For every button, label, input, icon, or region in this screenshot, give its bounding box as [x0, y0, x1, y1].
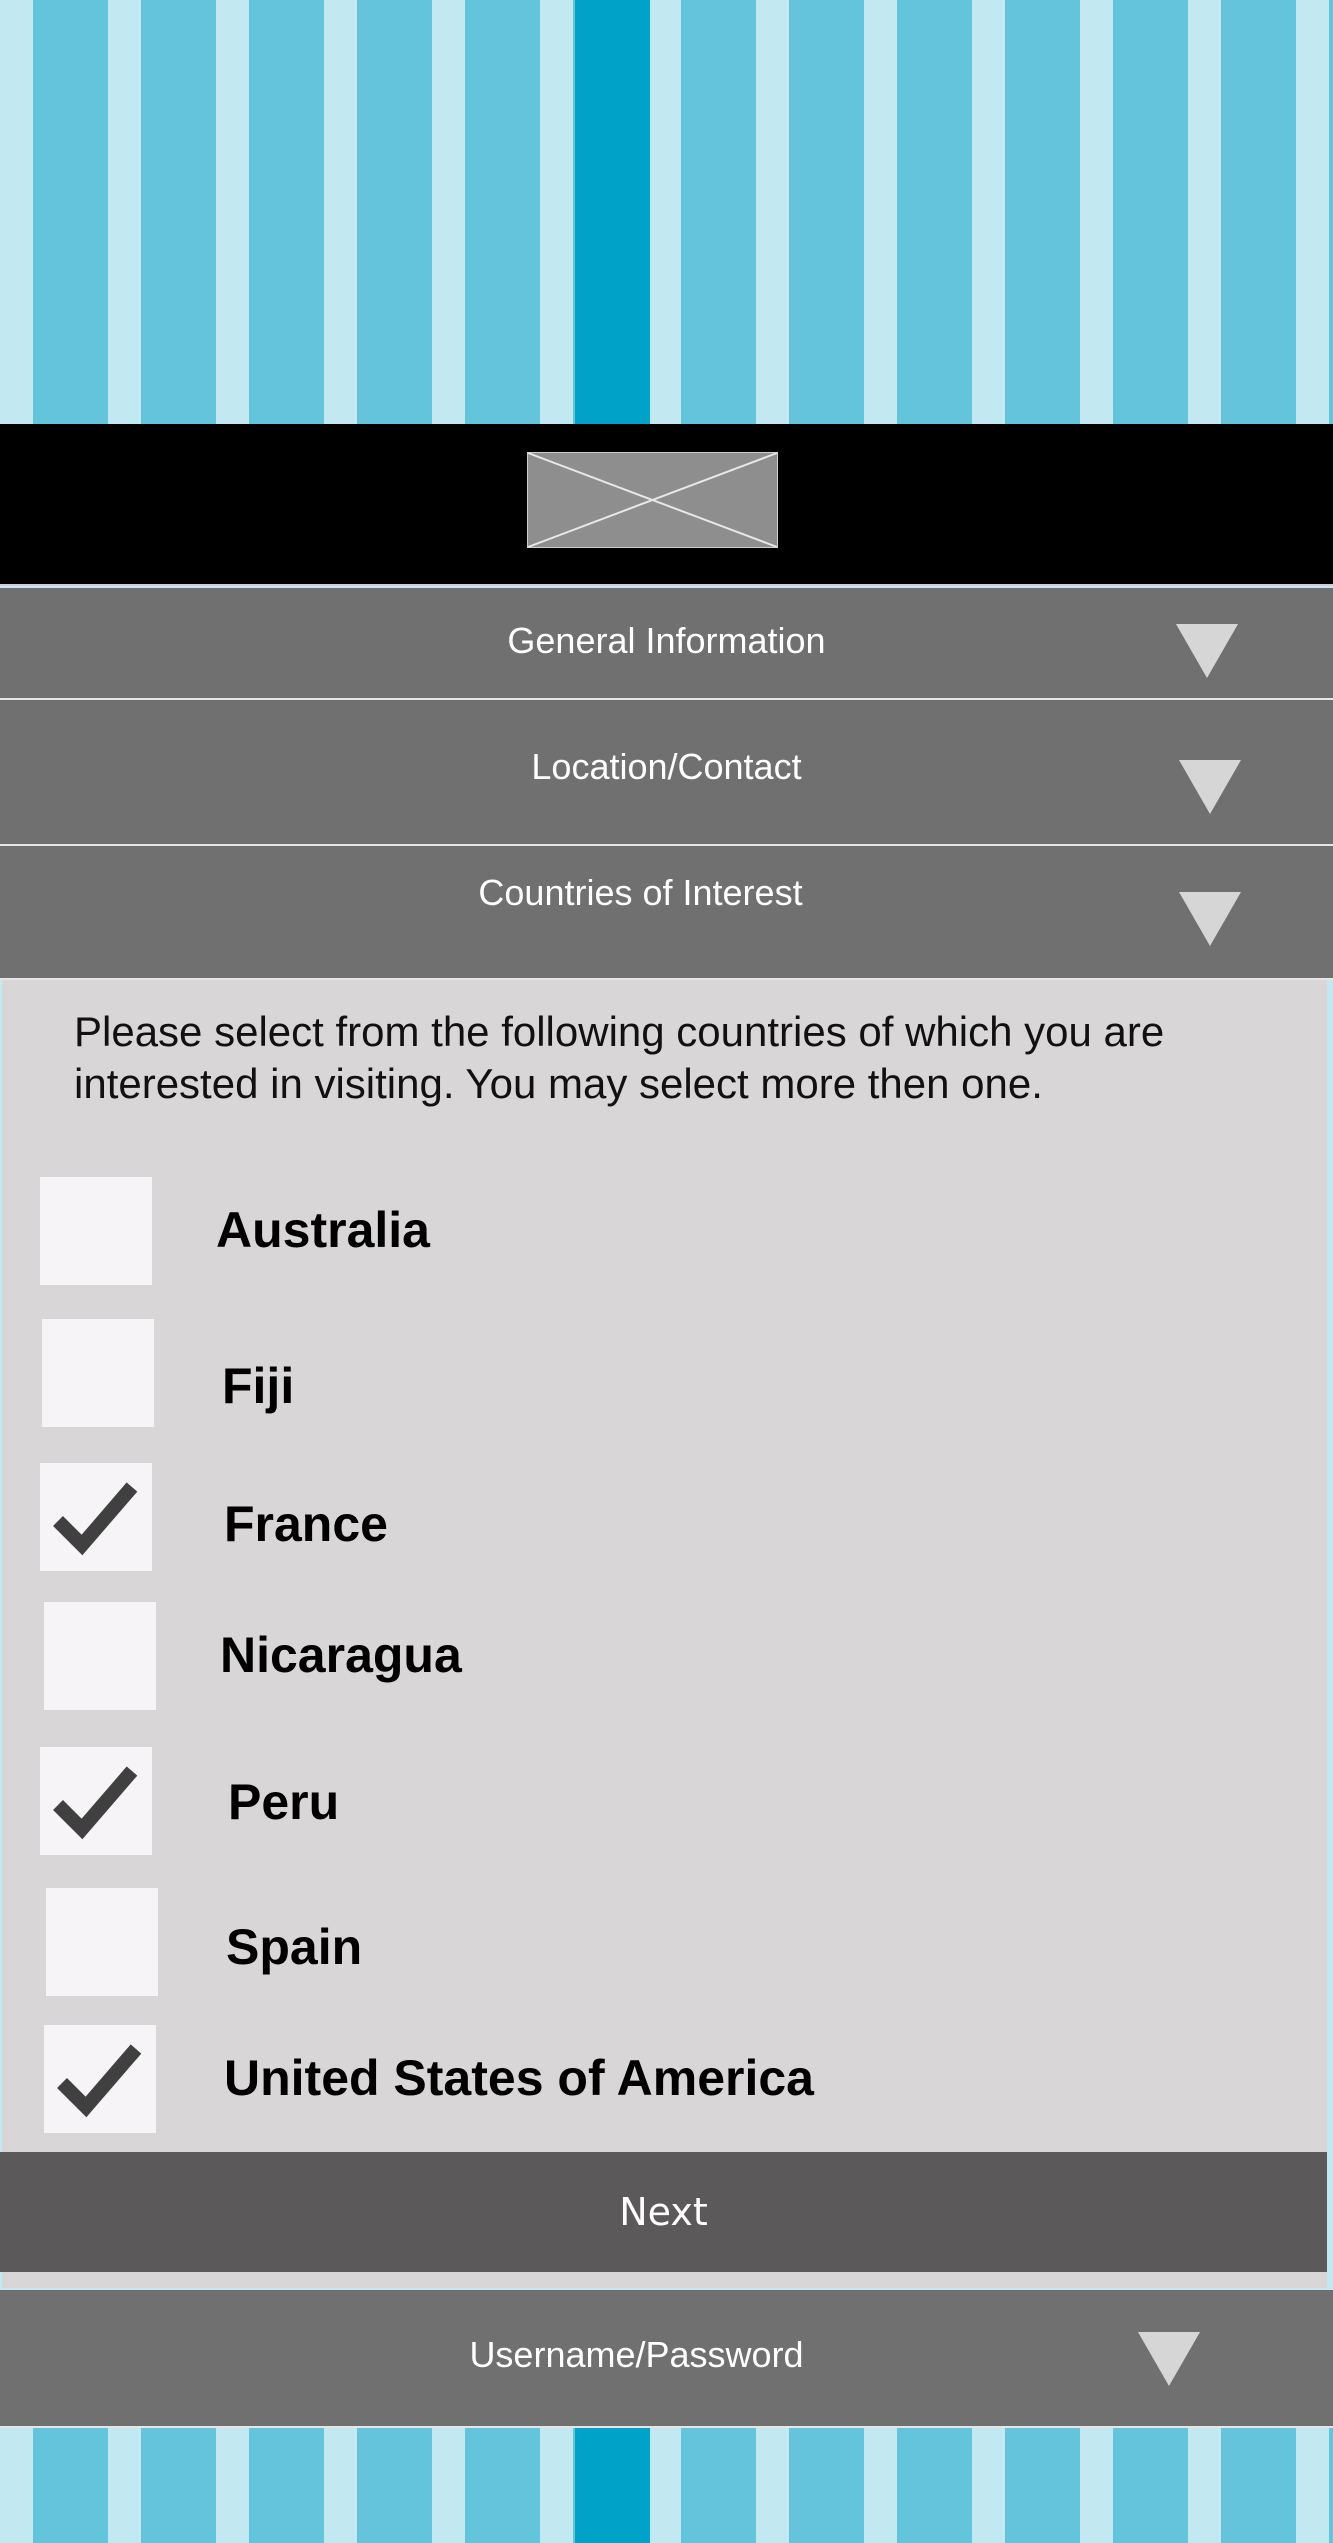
country-label: United States of America: [224, 2050, 814, 2106]
checkbox-nicaragua[interactable]: [44, 1602, 156, 1710]
checkbox-spain[interactable]: [46, 1888, 158, 1996]
checkmark-icon: [53, 1482, 138, 1556]
checkbox-united-states-of-america[interactable]: [44, 2025, 156, 2133]
checkbox-france[interactable]: [40, 1463, 152, 1571]
checkbox-peru[interactable]: [40, 1747, 152, 1855]
intro-line-1: Please select from the following countri…: [74, 1008, 1165, 1055]
section-label: Username/Password: [469, 2334, 804, 2375]
checkmark-icon: [57, 2044, 142, 2118]
section-general-information[interactable]: General Information: [0, 588, 1333, 700]
section-location-contact[interactable]: Location/Contact: [0, 700, 1333, 846]
country-option-fiji[interactable]: Fiji: [2, 1319, 1327, 1429]
country-option-nicaragua[interactable]: Nicaragua: [2, 1602, 1327, 1712]
chevron-down-triangle-icon[interactable]: [1176, 624, 1238, 678]
country-option-australia[interactable]: Australia: [2, 1177, 1327, 1287]
country-option-spain[interactable]: Spain: [2, 1888, 1327, 1998]
country-label: Spain: [226, 1919, 363, 1975]
checkmark-icon: [53, 1766, 138, 1840]
stripe-highlight: [575, 2428, 650, 2543]
checkbox-australia[interactable]: [40, 1177, 152, 1285]
chevron-down-triangle-icon[interactable]: [1179, 760, 1241, 814]
intro-line-2: interested in visiting. You may select m…: [74, 1060, 1043, 1107]
stripe-highlight: [575, 0, 650, 424]
logo-bar: [0, 424, 1333, 586]
image-placeholder-icon: [528, 453, 777, 547]
country-option-france[interactable]: France: [2, 1463, 1327, 1573]
section-label: General Information: [507, 620, 826, 661]
footer-stripes-bottom: [0, 2428, 1333, 2543]
checkbox-fiji[interactable]: [42, 1319, 154, 1427]
section-username-password[interactable]: Username/Password: [0, 2290, 1333, 2428]
chevron-down-triangle-icon[interactable]: [1138, 2332, 1200, 2386]
country-option-united-states-of-america[interactable]: United States of America: [2, 2025, 1327, 2135]
header-stripes-top: [0, 0, 1333, 424]
country-label: Fiji: [222, 1358, 295, 1414]
next-button[interactable]: Next: [0, 2152, 1327, 2272]
section-label: Location/Contact: [531, 746, 802, 787]
country-label: France: [224, 1496, 388, 1552]
logo-placeholder-image: [527, 452, 778, 548]
countries-intro-text: Please select from the following countri…: [74, 1006, 1274, 1110]
country-option-peru[interactable]: Peru: [2, 1747, 1327, 1857]
chevron-down-triangle-icon[interactable]: [1179, 892, 1241, 946]
countries-panel: Please select from the following countri…: [2, 980, 1327, 2288]
country-label: Peru: [228, 1774, 340, 1830]
section-label: Countries of Interest: [478, 872, 803, 913]
section-countries-of-interest[interactable]: Countries of Interest: [0, 846, 1333, 980]
country-label: Australia: [216, 1202, 430, 1258]
country-label: Nicaragua: [220, 1627, 462, 1683]
